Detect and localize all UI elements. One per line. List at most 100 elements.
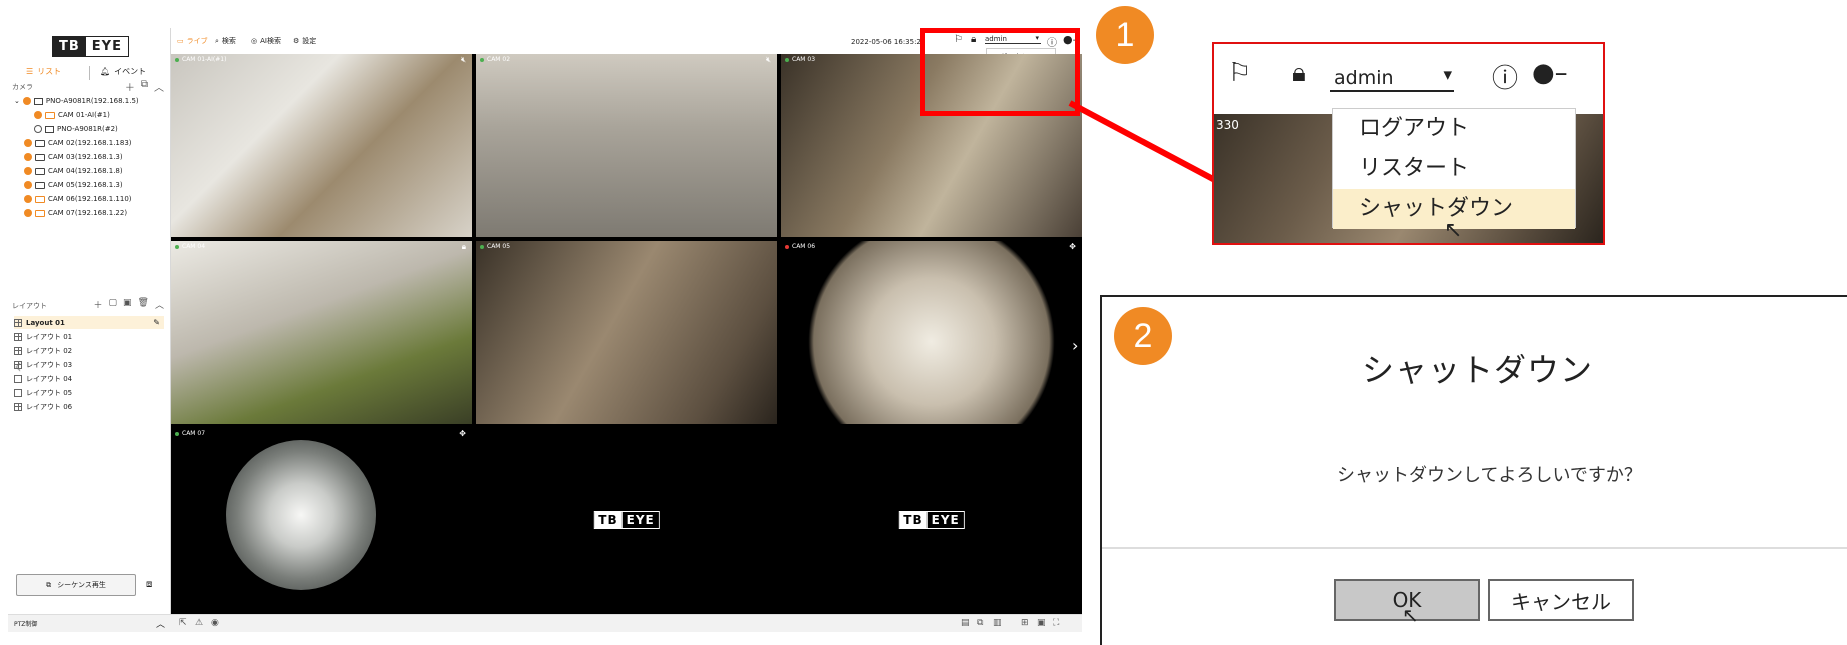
info-icon[interactable]: ▤ (961, 618, 970, 628)
tree-item-cam05[interactable]: CAM 05(192.168.1.3) (24, 179, 123, 191)
mute-icon[interactable]: 🔇︎ (766, 55, 771, 65)
add-icon[interactable]: ＋ (125, 79, 135, 94)
layout-item[interactable]: レイアウト 04 (14, 372, 164, 385)
tree-item-label: CAM 02(192.168.1.183) (48, 139, 132, 147)
all-view-icon[interactable]: ⊞ (1021, 618, 1029, 628)
tree-item-label: PNO-A9081R(#2) (57, 125, 118, 133)
tab-ai-search[interactable]: ◎ AI検索 (251, 36, 281, 46)
layout-item-label: レイアウト 04 (26, 374, 73, 383)
tree-item-nvr1[interactable]: ⌄ PNO-A9081R(192.168.1.5) (14, 95, 139, 107)
fisheye-view (226, 440, 376, 590)
camera-settings-icon[interactable]: ⧉ (977, 618, 983, 628)
export-icon[interactable]: ⇱ (179, 618, 187, 628)
logo-left-text: TB (899, 511, 927, 528)
copy-icon[interactable]: ▢ (109, 298, 118, 311)
collapse-icon[interactable]: ︿ (154, 79, 164, 94)
tree-item-label: PNO-A9081R(192.168.1.5) (45, 97, 139, 105)
empty-tile[interactable]: TB EYE (781, 428, 1082, 611)
tab-list[interactable]: ☰ リスト (26, 66, 61, 77)
tree-item-cam02[interactable]: CAM 02(192.168.1.183) (24, 137, 132, 149)
video-tile[interactable]: CAM 04 🔒︎ (171, 241, 472, 424)
tile-label: CAM 04 (175, 243, 205, 250)
grid-icon (14, 360, 22, 369)
video-tile[interactable]: CAM 01-AI(#1) 🔇︎ (171, 54, 472, 237)
add-icon[interactable]: ＋ (94, 298, 103, 311)
live-indicator (480, 57, 484, 62)
sidebar: TB EYE ☰ リスト 🔔︎ イベント カメラ ＋ ⧉ ︿ ⌄ PNO-A90 (8, 28, 171, 632)
video-overlay-text: 330 (1216, 118, 1239, 132)
video-tile[interactable]: CAM 07 ✥ (171, 428, 472, 611)
tree-item-label: CAM 05(192.168.1.3) (48, 181, 123, 189)
fullscreen-icon[interactable]: ⛶ (1053, 618, 1059, 628)
camera-icon (35, 181, 45, 189)
layout-item[interactable]: レイアウト 03 (14, 358, 164, 371)
empty-tile[interactable]: TB EYE (476, 428, 777, 611)
tile-camera-name: CAM 01-AI(#1) (182, 56, 227, 63)
video-tile[interactable]: CAM 06 ✥ (781, 241, 1082, 424)
layout-item-label: Layout 01 (26, 318, 65, 327)
tab-settings-label: 設定 (302, 37, 317, 45)
tree-item-cam07[interactable]: CAM 07(192.168.1.22) (24, 207, 127, 219)
tree-item-nvr2[interactable]: PNO-A9081R(#2) (34, 123, 118, 135)
video-tile[interactable]: CAM 05 (476, 241, 777, 424)
video-grid: CAM 01-AI(#1) 🔇︎ CAM 02 🔇︎ CAM 03 CAM 04… (171, 54, 1082, 614)
tree-item-cam03[interactable]: CAM 03(192.168.1.3) (24, 151, 123, 163)
chevron-right-icon[interactable]: › (1072, 336, 1078, 355)
tree-item-cam01[interactable]: CAM 01-AI(#1) (34, 109, 110, 121)
tab-event[interactable]: 🔔︎ イベント (100, 66, 146, 77)
camera-icon (45, 111, 55, 119)
grid-icon (14, 346, 22, 355)
sequence-settings-icon[interactable]: ⧈ (146, 579, 152, 590)
save-icon[interactable]: ▣ (123, 298, 132, 311)
tile-camera-name: CAM 03 (792, 56, 816, 63)
layout-item-label: レイアウト 01 (26, 332, 73, 341)
grid-icon (14, 332, 22, 341)
bottom-bar: ⇱ ⚠ ◉ ▤ ⧉ ▥ ⊞ ▣ ⛶ (171, 614, 1082, 632)
record-icon[interactable]: ◉ (211, 618, 219, 628)
tile-label: CAM 01-AI(#1) (175, 56, 226, 63)
highlight-box (920, 28, 1080, 116)
tile-label: CAM 03 (785, 56, 815, 63)
edit-icon[interactable]: ✎ (153, 318, 160, 327)
tree-item-cam04[interactable]: CAM 04(192.168.1.8) (24, 165, 123, 177)
datetime-display: 2022-05-06 16:35:25 (851, 38, 926, 46)
tile-label: CAM 02 (480, 56, 510, 63)
logout-toggle-icon: ●– (1532, 58, 1568, 88)
video-tile[interactable]: CAM 02 🔇︎ (476, 54, 777, 237)
lock-icon[interactable]: 🔒︎ (462, 242, 466, 252)
menu-item-restart[interactable]: リスタート (1333, 149, 1575, 189)
alarm-icon[interactable]: ⚠ (195, 618, 203, 628)
tree-item-label: CAM 01-AI(#1) (58, 111, 110, 119)
add-camera-icon[interactable]: ⧉ (141, 79, 148, 94)
layout-item-active[interactable]: Layout 01 ✎ (14, 316, 164, 329)
menu-item-logout[interactable]: ログアウト (1333, 109, 1575, 149)
tab-search-label: 検索 (221, 37, 236, 45)
layout-item[interactable]: レイアウト 02 (14, 344, 164, 357)
logo-left-text: TB (594, 511, 622, 528)
layout-item[interactable]: レイアウト 06 (14, 400, 164, 413)
layout-item[interactable]: レイアウト 05 (14, 386, 164, 399)
mute-icon[interactable]: 🔇︎ (461, 55, 466, 65)
delete-icon[interactable]: 🗑︎ (138, 298, 149, 311)
tab-event-label: イベント (114, 67, 147, 76)
ptz-move-icon[interactable]: ✥ (1069, 242, 1076, 251)
aspect-icon[interactable]: ▣ (1037, 618, 1046, 628)
tab-live[interactable]: ▭ ライブ (177, 36, 208, 46)
camera-section-tools: ＋ ⧉ ︿ (125, 79, 164, 94)
layout-item[interactable]: レイアウト 01 (14, 330, 164, 343)
tile-label: CAM 06 (785, 243, 815, 250)
sequence-play-button[interactable]: ⧉ シーケンス再生 (16, 574, 136, 596)
logo-right-text: EYE (621, 511, 659, 528)
cancel-button[interactable]: キャンセル (1488, 579, 1634, 621)
tab-settings[interactable]: ⚙ 設定 (293, 36, 316, 46)
status-dot (34, 125, 42, 133)
tab-divider (89, 66, 90, 80)
tree-item-cam06[interactable]: CAM 06(192.168.1.110) (24, 193, 132, 205)
tab-search[interactable]: ⌕ 検索 (215, 36, 236, 46)
ptz-move-icon[interactable]: ✥ (459, 429, 466, 438)
ptz-bar[interactable]: PTZ制御 ︿ (8, 614, 171, 632)
collapse-icon[interactable]: ︿ (155, 298, 164, 311)
stats-icon[interactable]: ▥ (993, 618, 1002, 628)
tile-label: CAM 07 (175, 430, 205, 437)
layout-item-label: レイアウト 05 (26, 388, 73, 397)
